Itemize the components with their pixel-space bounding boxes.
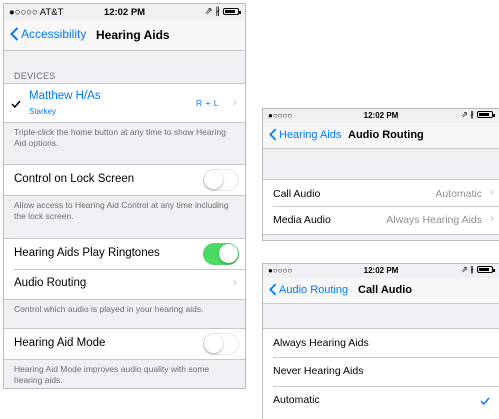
audio-routing-row[interactable]: Audio Routing › (4, 270, 245, 299)
device-maker: Starkey (29, 107, 57, 116)
option-automatic[interactable]: Automatic (263, 387, 499, 415)
device-footer: Triple-click the home button at any time… (14, 127, 226, 148)
option-never-hearing-aids[interactable]: Never Hearing Aids (263, 358, 499, 386)
call-audio-options-group: Always Hearing Aids Never Hearing Aids A… (263, 328, 499, 419)
call-audio-screen: ●○○○○ 12:02 PM ⇗ ∦ Audio Routing Call Au… (262, 263, 499, 419)
lock-screen-group: Control on Lock Screen (4, 164, 245, 196)
ringtones-toggle[interactable] (203, 243, 239, 265)
hearing-aid-mode-toggle[interactable] (203, 333, 239, 355)
device-group: Matthew H/As Starkey R + L › (4, 83, 245, 123)
back-button-audio-routing[interactable]: Audio Routing (269, 283, 348, 296)
audio-routing-footer: Control which audio is played in your he… (14, 304, 204, 314)
media-audio-label: Media Audio (273, 214, 331, 226)
back-button-accessibility[interactable]: Accessibility (10, 27, 86, 41)
chevron-left-icon (10, 27, 19, 41)
lock-screen-row: Control on Lock Screen (4, 165, 245, 195)
ringtones-row: Hearing Aids Play Ringtones (4, 239, 245, 269)
lock-screen-footer: Allow access to Hearing Aid Control at a… (14, 200, 229, 221)
device-row[interactable]: Matthew H/As Starkey R + L › (4, 84, 245, 122)
audio-routing-screen: ●○○○○ 12:02 PM ⇗ ∦ Hearing Aids Audio Ro… (262, 108, 499, 241)
call-audio-label: Call Audio (273, 188, 321, 200)
toggle-knob (204, 334, 223, 353)
call-audio-value: Automatic (435, 188, 482, 200)
checkmark-icon (11, 100, 21, 108)
chevron-right-icon: › (233, 275, 237, 289)
status-icons: ⇗ ∦ (204, 6, 241, 17)
chevron-right-icon: › (490, 211, 494, 225)
status-icons: ⇗ ∦ (461, 110, 495, 119)
back-label: Hearing Aids (279, 128, 342, 141)
lock-screen-label: Control on Lock Screen (14, 173, 135, 185)
status-icons: ⇗ ∦ (461, 265, 495, 274)
option-label: Never Hearing Aids (273, 365, 364, 377)
chevron-right-icon: › (490, 185, 494, 199)
option-always-hearing-aids[interactable]: Always Hearing Aids (263, 329, 499, 357)
location-bluetooth-icons: ⇗ ∦ (204, 6, 220, 17)
chevron-left-icon (269, 128, 277, 141)
toggle-knob (219, 244, 238, 263)
status-bar: ●○○○○ 12:02 PM ⇗ ∦ (263, 109, 499, 123)
option-label: Automatic (273, 394, 320, 406)
battery-icon (477, 266, 495, 273)
hearing-aids-screen: ●○○○○ AT&T 12:02 PM ⇗ ∦ Accessibility He… (3, 3, 246, 389)
routing-group: Call Audio Automatic › Media Audio Alway… (263, 179, 499, 235)
status-bar: ●○○○○ AT&T 12:02 PM ⇗ ∦ (4, 4, 245, 20)
ringtone-routing-group: Hearing Aids Play Ringtones Audio Routin… (4, 238, 245, 300)
page-title: Call Audio (358, 284, 412, 296)
status-bar: ●○○○○ 12:02 PM ⇗ ∦ (263, 264, 499, 278)
device-name: Matthew H/As (29, 90, 101, 102)
devices-section-header: DEVICES (14, 71, 56, 81)
page-title: Hearing Aids (96, 28, 170, 42)
hearing-aid-mode-footer: Hearing Aid Mode improves audio quality … (14, 364, 210, 385)
back-label: Accessibility (21, 27, 87, 41)
hearing-aid-mode-group: Hearing Aid Mode (4, 328, 245, 360)
lock-screen-toggle[interactable] (203, 169, 239, 191)
ringtones-label: Hearing Aids Play Ringtones (14, 247, 160, 259)
call-audio-row[interactable]: Call Audio Automatic › (263, 180, 499, 207)
media-audio-value: Always Hearing Aids (386, 214, 482, 226)
device-channels: R + L (195, 98, 219, 108)
hearing-aid-mode-row: Hearing Aid Mode (4, 329, 245, 359)
back-label: Audio Routing (279, 283, 349, 296)
battery-icon (223, 8, 241, 15)
option-label: Always Hearing Aids (273, 337, 369, 349)
nav-bar: Audio Routing Call Audio (263, 278, 499, 304)
nav-bar: Hearing Aids Audio Routing (263, 123, 499, 149)
back-button-hearing-aids[interactable]: Hearing Aids (269, 128, 341, 141)
toggle-knob (204, 170, 223, 189)
media-audio-row[interactable]: Media Audio Always Hearing Aids › (263, 207, 499, 234)
hearing-aid-mode-label: Hearing Aid Mode (14, 337, 106, 349)
chevron-right-icon: › (233, 95, 237, 109)
audio-routing-label: Audio Routing (14, 277, 87, 289)
page-title: Audio Routing (348, 129, 424, 141)
battery-icon (477, 111, 495, 118)
location-bluetooth-icons: ⇗ ∦ (461, 110, 474, 119)
checkmark-icon (480, 397, 490, 405)
nav-bar: Accessibility Hearing Aids (4, 20, 245, 51)
chevron-left-icon (269, 283, 277, 296)
location-bluetooth-icons: ⇗ ∦ (461, 265, 474, 274)
